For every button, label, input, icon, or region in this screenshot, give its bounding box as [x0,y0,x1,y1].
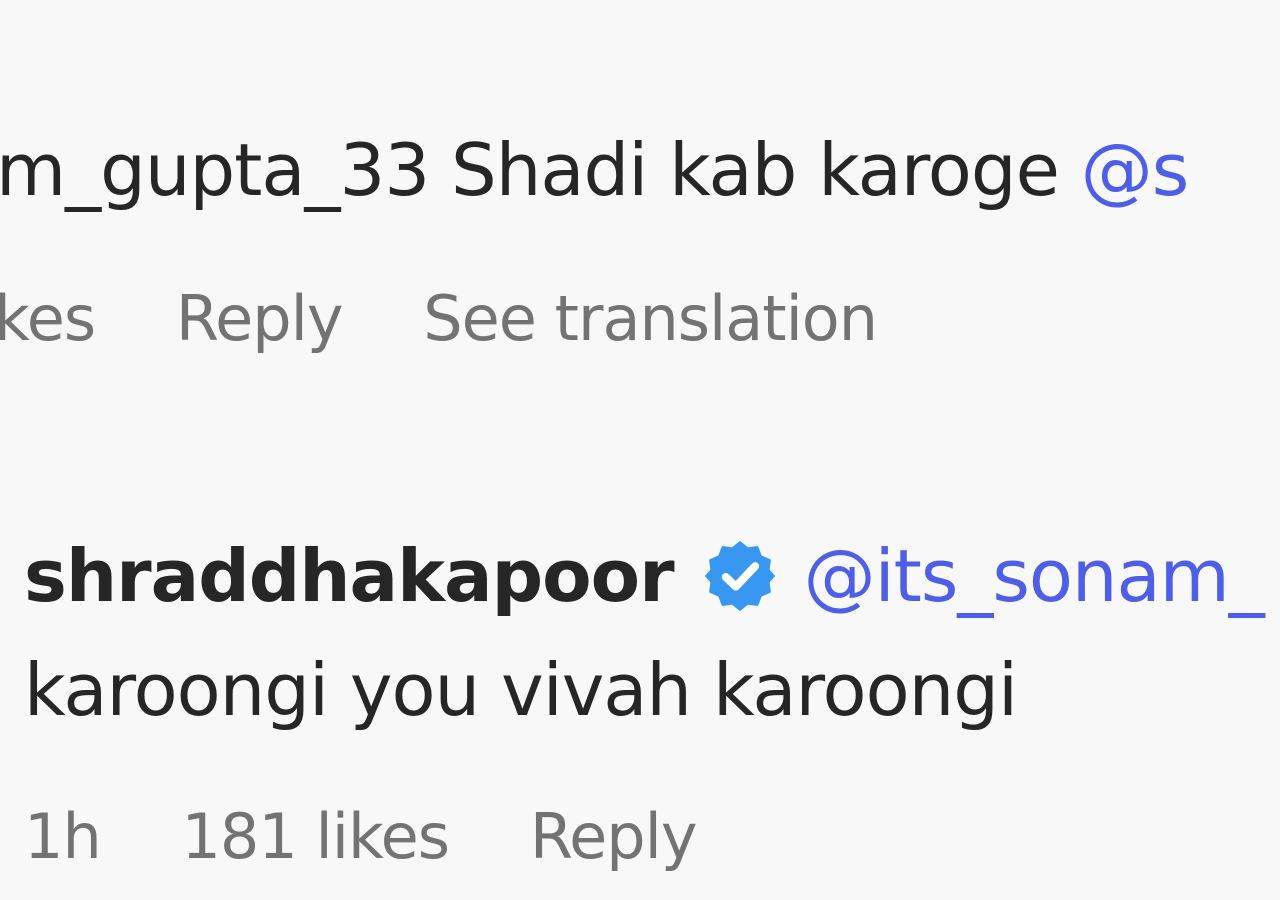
comment-1-text: Shadi kab karoge [451,128,1060,212]
comment-1-actions: kes Reply See translation [0,284,939,354]
comment-2-text: karoongi you vivah karoongi [24,648,1018,732]
verified-badge-icon [704,540,775,612]
comment-2-actions: 1h 181 likes Reply [24,802,759,872]
comment-2-mention[interactable]: @its_sonam_ [804,532,1265,620]
comment-1-row: m_gupta_33 Shadi kab karoge @s [0,126,1190,214]
comment-2-header: shraddhakapoor @its_sonam_ [24,532,1265,620]
comment-1-username[interactable]: m_gupta_33 [0,128,430,212]
comment-2-time[interactable]: 1h [24,800,102,873]
comment-1-see-translation-button[interactable]: See translation [423,282,878,355]
comment-1-reply-button[interactable]: Reply [176,282,344,355]
comment-2-likes[interactable]: 181 likes [181,800,450,873]
comment-1-likes[interactable]: kes [0,282,96,355]
comment-2-username[interactable]: shraddhakapoor [24,532,675,620]
comment-2-reply-button[interactable]: Reply [530,800,698,873]
comment-1-mention[interactable]: @s [1081,128,1190,212]
